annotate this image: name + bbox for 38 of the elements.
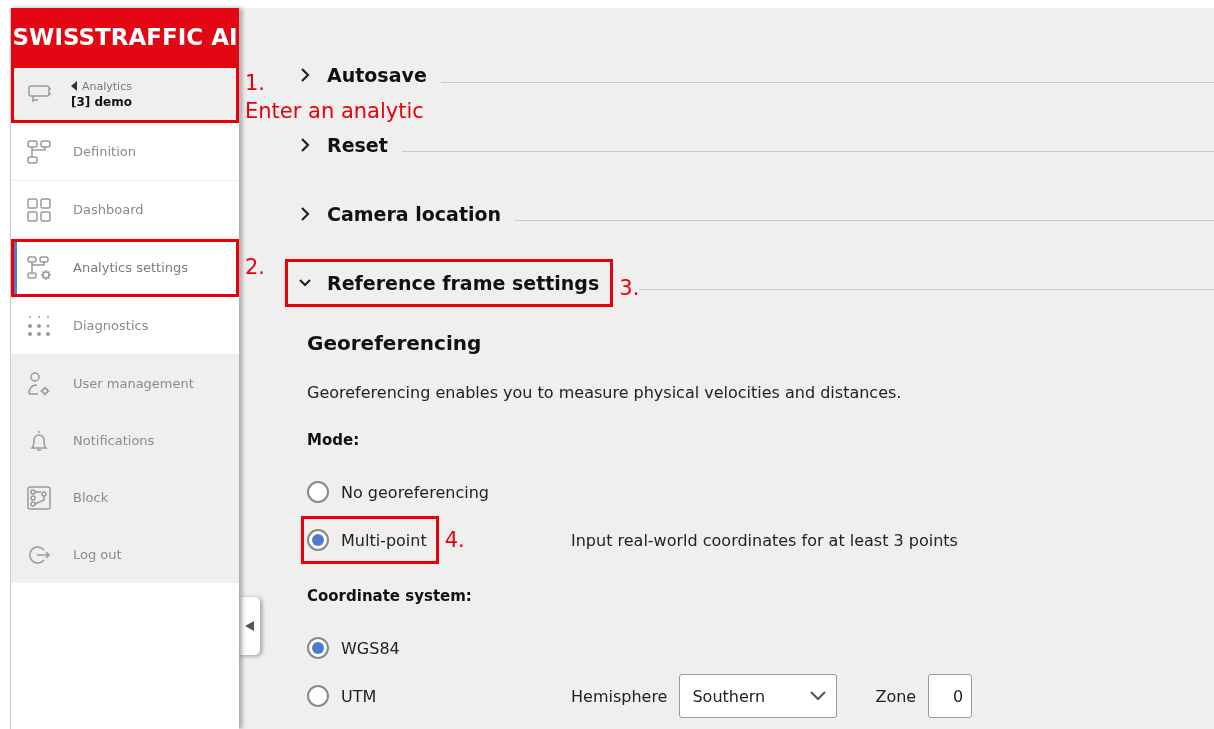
annotation-label: Enter an analytic xyxy=(245,98,424,125)
chevron-right-icon xyxy=(299,137,311,152)
analytic-title: [3] demo xyxy=(71,94,132,109)
hemisphere-dropdown[interactable]: Southern xyxy=(679,674,838,718)
accordion-header[interactable]: Reference frame settings xyxy=(285,258,614,307)
flowchart-gear-icon xyxy=(27,255,51,280)
radio-option[interactable]: Multi-point xyxy=(301,516,439,564)
accordion-header[interactable]: Camera location xyxy=(285,194,516,233)
back-caret-icon xyxy=(71,81,78,91)
chevron-right-icon xyxy=(299,206,311,221)
hint-text: Input real-world coordinates for at least 3 points xyxy=(571,530,958,550)
annotation-label: 4. xyxy=(444,527,465,554)
grid-icon xyxy=(27,197,51,222)
annotation-label: 1. xyxy=(245,70,266,97)
radio-option[interactable]: No georeferencing xyxy=(301,468,501,516)
block-diagram-icon xyxy=(27,485,51,510)
field-label: Zone xyxy=(875,686,917,706)
accordion-header[interactable]: Reset xyxy=(285,125,402,164)
annotation-label: 2. xyxy=(245,254,266,281)
radio-option[interactable]: UTM xyxy=(301,672,389,720)
annotation-label: 3. xyxy=(619,274,640,302)
bell-icon xyxy=(27,428,51,453)
user-gear-icon xyxy=(27,371,51,396)
dots-icon xyxy=(27,313,51,338)
field-label: Mode: xyxy=(307,430,361,451)
back-link[interactable]: Analytics xyxy=(82,79,132,93)
chevron-down-icon xyxy=(810,691,827,701)
sidebar-item[interactable]: Definition xyxy=(11,123,239,181)
flowchart-icon xyxy=(27,139,51,164)
field-label: Hemisphere xyxy=(571,686,668,706)
zone-field[interactable]: 0 xyxy=(928,674,973,718)
collapse-tab[interactable] xyxy=(238,597,260,655)
logo: SWISSTRAFFIC AI xyxy=(11,8,239,65)
field-label: Coordinate system: xyxy=(307,586,473,607)
chevron-right-icon xyxy=(299,68,311,82)
description-text: Georeferencing enables you to measure physical velocities and distances. xyxy=(307,381,903,404)
section-heading: Georeferencing xyxy=(307,330,483,357)
radio-option[interactable]: WGS84 xyxy=(301,624,412,672)
